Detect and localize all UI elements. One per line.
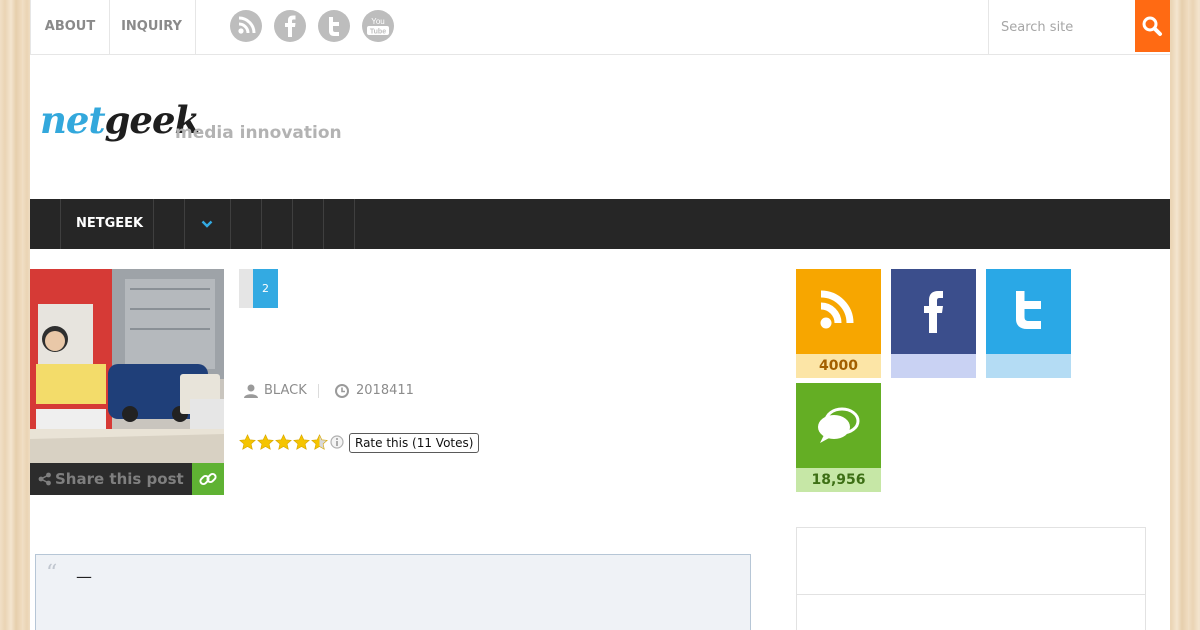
page-current[interactable]: 2 [253, 269, 278, 308]
site-logo[interactable]: netgeek [36, 98, 200, 154]
top-bar: ABOUT INQUIRY You Tube [30, 0, 1170, 55]
share-post-label: Share this post [55, 470, 184, 488]
nav-divider [292, 199, 293, 249]
search-input[interactable] [989, 0, 1131, 54]
meta-divider [318, 384, 319, 398]
twitter-widget[interactable] [986, 269, 1071, 378]
rating-star-2[interactable] [257, 434, 274, 451]
nav-dropdown[interactable] [184, 199, 229, 249]
youtube-you-label: You [371, 17, 385, 26]
rss-icon [820, 290, 854, 329]
rss-count: 4000 [796, 354, 881, 378]
search-button[interactable] [1135, 0, 1170, 52]
sidebar-widget-box [796, 527, 1146, 630]
twitter-icon[interactable] [318, 10, 350, 42]
nav-divider [261, 199, 262, 249]
rating-tooltip: Rate this (11 Votes) [349, 433, 480, 453]
nav-item-netgeek[interactable]: NETGEEK [76, 199, 143, 249]
post-thumbnail[interactable] [30, 269, 224, 463]
inquiry-link[interactable]: INQUIRY [108, 0, 196, 54]
post-author[interactable]: BLACK [264, 382, 307, 400]
page: ABOUT INQUIRY You Tube Search site netge… [30, 0, 1170, 630]
nav-divider [60, 199, 61, 249]
facebook-count [891, 354, 976, 378]
rss-icon[interactable] [230, 10, 262, 42]
link-icon [199, 472, 217, 486]
comments-count: 18,956 [796, 468, 881, 492]
rating-star-3[interactable] [275, 434, 292, 451]
rating-star-4[interactable] [293, 434, 310, 451]
logo-net: net [40, 98, 106, 142]
copy-link-button[interactable] [192, 463, 224, 495]
post-blockquote: “ — [35, 554, 751, 630]
youtube-icon[interactable]: You Tube [362, 10, 394, 42]
rss-widget[interactable]: 4000 [796, 269, 881, 378]
rating-star-5[interactable] [311, 434, 328, 451]
search-icon [1142, 16, 1162, 36]
quote-text: — [76, 567, 92, 586]
sidebar-widget-divider [797, 594, 1145, 595]
nav-divider [153, 199, 154, 249]
quote-mark: “ [46, 561, 58, 586]
chat-bubbles-icon [818, 407, 860, 443]
chevron-down-icon [201, 220, 213, 228]
rating-star-1[interactable] [239, 434, 256, 451]
search-box [988, 0, 1135, 54]
facebook-icon [924, 291, 943, 333]
about-link[interactable]: ABOUT [30, 0, 110, 54]
facebook-icon[interactable] [274, 10, 306, 42]
clock-icon [335, 384, 349, 398]
nav-divider [230, 199, 231, 249]
comments-widget[interactable]: 18,956 [796, 383, 881, 492]
site-tagline: media innovation [175, 123, 342, 143]
youtube-tube-label: Tube [370, 29, 386, 36]
twitter-icon [1016, 291, 1041, 329]
share-icon [38, 472, 51, 486]
nav-divider [323, 199, 324, 249]
page-prev[interactable] [239, 269, 253, 308]
user-icon [244, 384, 258, 398]
share-post-button[interactable]: Share this post [30, 463, 192, 495]
twitter-count [986, 354, 1071, 378]
post-date: 2018411 [356, 383, 414, 398]
info-icon[interactable] [330, 435, 344, 449]
facebook-widget[interactable] [891, 269, 976, 378]
nav-divider [354, 199, 355, 249]
main-nav: NETGEEK [30, 199, 1170, 249]
